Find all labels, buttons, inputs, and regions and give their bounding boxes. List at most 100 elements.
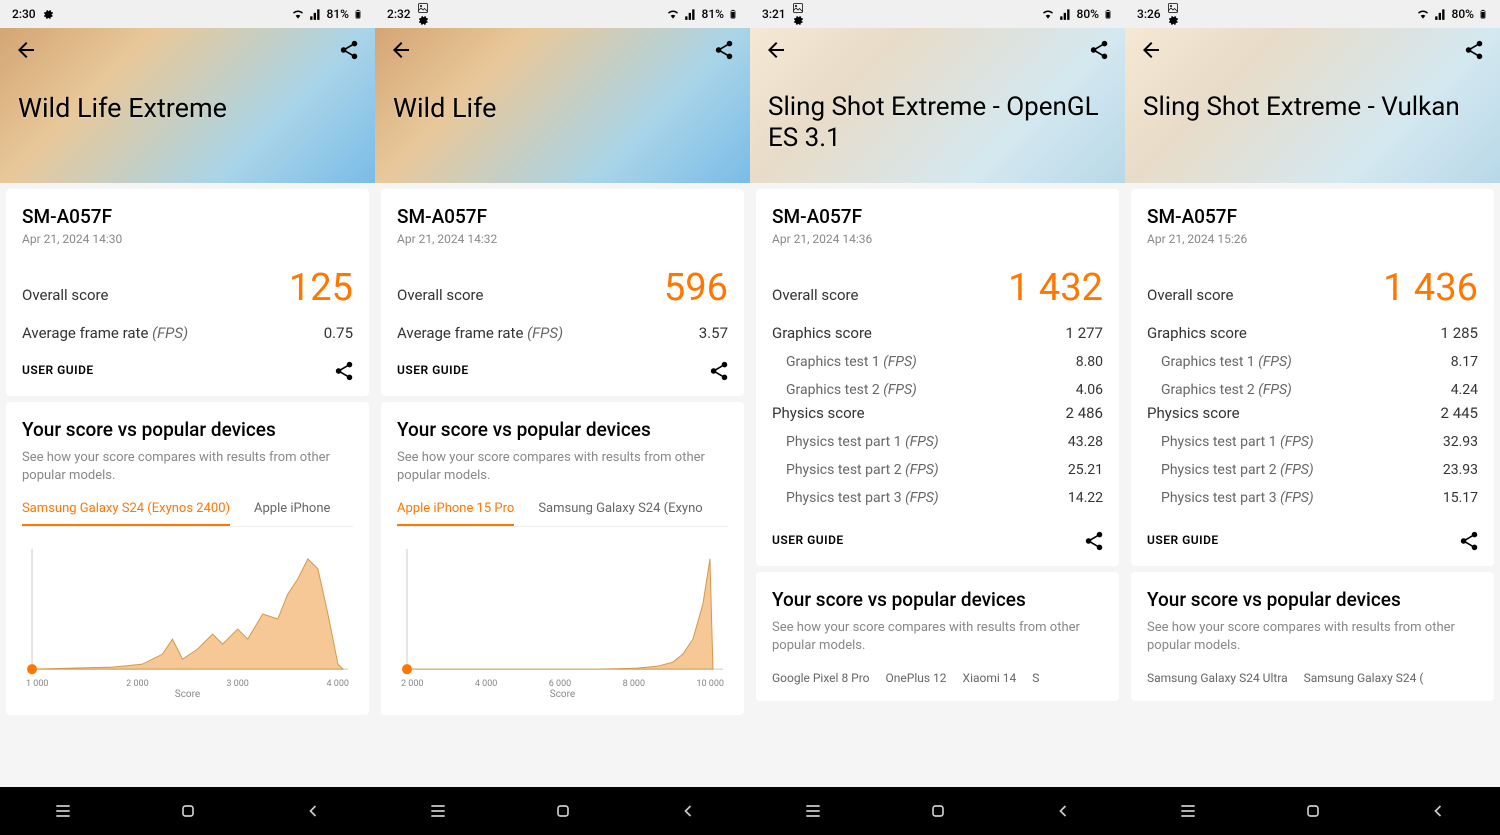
status-bar: 2:30 81%	[0, 0, 375, 28]
share-icon[interactable]	[708, 360, 728, 380]
nav-home[interactable]	[926, 799, 950, 823]
nav-recent[interactable]	[51, 799, 75, 823]
sub-metric-label: Physics test part 1 (FPS)	[786, 434, 939, 450]
compare-title: Your score vs popular devices	[772, 588, 1103, 611]
result-card: SM-A057F Apr 21, 2024 14:30 Overall scor…	[6, 189, 369, 396]
compare-card: Your score vs popular devices See how yo…	[6, 402, 369, 715]
share-icon[interactable]	[337, 38, 361, 62]
share-icon[interactable]	[712, 38, 736, 62]
nav-home[interactable]	[176, 799, 200, 823]
phone-screen-0: 2:30 81% Wild Life Extreme SM-A057F Apr …	[0, 0, 375, 835]
device-chip[interactable]: S	[1032, 671, 1039, 685]
device-chip[interactable]: Xiaomi 14	[963, 671, 1017, 685]
user-guide-link[interactable]: USER GUIDE	[22, 363, 94, 377]
share-icon[interactable]	[1087, 38, 1111, 62]
nav-back[interactable]	[301, 799, 325, 823]
share-icon[interactable]	[1458, 530, 1478, 550]
distribution-chart: 1 0002 0003 0004 000 Score	[22, 539, 353, 699]
hero-banner: Wild Life	[375, 28, 750, 183]
metric-value: 3.57	[699, 324, 728, 342]
nav-recent[interactable]	[1176, 799, 1200, 823]
content-scroll[interactable]: SM-A057F Apr 21, 2024 15:26 Overall scor…	[1125, 183, 1500, 787]
benchmark-title: Sling Shot Extreme - Vulkan	[1125, 72, 1500, 123]
section-value: 2 486	[1066, 404, 1103, 422]
wifi-icon	[1041, 7, 1055, 21]
status-bar: 2:32 81%	[375, 0, 750, 28]
sub-metric-label: Physics test part 1 (FPS)	[1161, 434, 1314, 450]
battery-icon	[353, 7, 363, 21]
overall-label: Overall score	[1147, 286, 1233, 304]
metric-value: 0.75	[324, 324, 353, 342]
nav-home[interactable]	[1301, 799, 1325, 823]
back-icon[interactable]	[1139, 38, 1163, 62]
sub-metric-value: 14.22	[1068, 490, 1103, 506]
back-icon[interactable]	[389, 38, 413, 62]
battery-percent: 80%	[1077, 7, 1099, 21]
compare-desc: See how your score compares with results…	[397, 449, 728, 485]
metric-label: Average frame rate (FPS)	[397, 324, 563, 342]
nav-back[interactable]	[1426, 799, 1450, 823]
device-tab[interactable]: Samsung Galaxy S24 (Exynos 2400)	[22, 501, 230, 526]
back-icon[interactable]	[14, 38, 38, 62]
nav-bar	[1125, 787, 1500, 835]
nav-bar	[0, 787, 375, 835]
hero-banner: Sling Shot Extreme - OpenGL ES 3.1	[750, 28, 1125, 183]
overall-score: 596	[664, 266, 728, 310]
sub-metric-label: Physics test part 3 (FPS)	[1161, 490, 1314, 506]
wifi-icon	[1416, 7, 1430, 21]
device-chip[interactable]: Samsung Galaxy S24 Ultra	[1147, 671, 1288, 685]
sub-metric-label: Physics test part 3 (FPS)	[786, 490, 939, 506]
device-chip[interactable]: Samsung Galaxy S24 (	[1304, 671, 1424, 685]
result-card: SM-A057F Apr 21, 2024 14:32 Overall scor…	[381, 189, 744, 396]
status-icon	[792, 2, 804, 26]
device-chip[interactable]: Google Pixel 8 Pro	[772, 671, 870, 685]
compare-title: Your score vs popular devices	[1147, 588, 1478, 611]
user-guide-link[interactable]: USER GUIDE	[772, 533, 844, 547]
compare-desc: See how your score compares with results…	[1147, 619, 1478, 655]
timestamp: Apr 21, 2024 14:30	[22, 232, 353, 246]
status-time: 3:21	[762, 7, 786, 21]
nav-recent[interactable]	[426, 799, 450, 823]
device-name: SM-A057F	[397, 205, 728, 228]
content-scroll[interactable]: SM-A057F Apr 21, 2024 14:30 Overall scor…	[0, 183, 375, 787]
nav-recent[interactable]	[801, 799, 825, 823]
user-guide-link[interactable]: USER GUIDE	[1147, 533, 1219, 547]
compare-card: Your score vs popular devices See how yo…	[381, 402, 744, 715]
sub-metric-value: 4.24	[1451, 382, 1478, 398]
sub-metric-value: 8.80	[1076, 354, 1103, 370]
status-time: 3:26	[1137, 7, 1161, 21]
content-scroll[interactable]: SM-A057F Apr 21, 2024 14:36 Overall scor…	[750, 183, 1125, 787]
section-label: Physics score	[772, 404, 865, 422]
hero-banner: Sling Shot Extreme - Vulkan	[1125, 28, 1500, 183]
overall-label: Overall score	[397, 286, 483, 304]
nav-home[interactable]	[551, 799, 575, 823]
device-chip[interactable]: OnePlus 12	[886, 671, 947, 685]
back-icon[interactable]	[764, 38, 788, 62]
user-guide-link[interactable]: USER GUIDE	[397, 363, 469, 377]
share-icon[interactable]	[1462, 38, 1486, 62]
device-tab[interactable]: Samsung Galaxy S24 (Exyno	[538, 501, 702, 526]
signal-icon	[684, 7, 698, 21]
section-value: 1 285	[1441, 324, 1478, 342]
nav-bar	[750, 787, 1125, 835]
status-icon	[417, 2, 429, 26]
phone-screen-2: 3:21 80% Sling Shot Extreme - OpenGL ES …	[750, 0, 1125, 835]
section-value: 2 445	[1441, 404, 1478, 422]
device-tab[interactable]: Apple iPhone 15 Pro	[397, 501, 514, 526]
device-name: SM-A057F	[1147, 205, 1478, 228]
timestamp: Apr 21, 2024 14:32	[397, 232, 728, 246]
share-icon[interactable]	[1083, 530, 1103, 550]
sub-metric-label: Graphics test 2 (FPS)	[1161, 382, 1292, 398]
nav-back[interactable]	[1051, 799, 1075, 823]
nav-back[interactable]	[676, 799, 700, 823]
overall-score: 125	[289, 266, 353, 310]
content-scroll[interactable]: SM-A057F Apr 21, 2024 14:32 Overall scor…	[375, 183, 750, 787]
wifi-icon	[291, 7, 305, 21]
device-tab[interactable]: Apple iPhone	[254, 501, 330, 526]
status-bar: 3:21 80%	[750, 0, 1125, 28]
battery-percent: 81%	[327, 7, 349, 21]
battery-icon	[1103, 7, 1113, 21]
hero-banner: Wild Life Extreme	[0, 28, 375, 183]
share-icon[interactable]	[333, 360, 353, 380]
battery-icon	[1478, 7, 1488, 21]
